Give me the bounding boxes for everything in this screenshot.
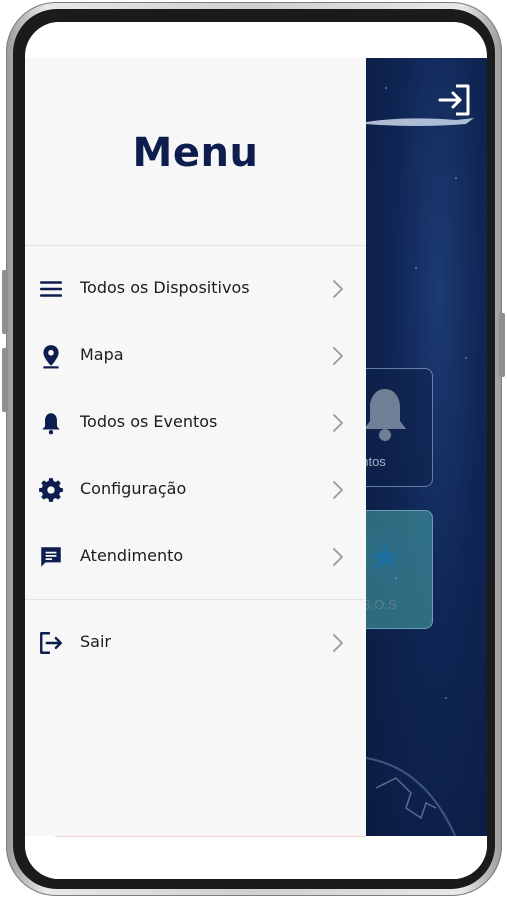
chat-icon — [37, 543, 65, 571]
chevron-right-icon — [333, 634, 343, 652]
header-divider — [25, 245, 366, 246]
events-card[interactable]: entos — [366, 368, 433, 487]
globe-graphic — [366, 757, 457, 836]
navigation-drawer: Menu Todos os Dispositivos Mapa Todos os… — [25, 58, 366, 836]
logout-divider — [25, 599, 366, 600]
menu-item-todos-os-dispositivos[interactable]: Todos os Dispositivos — [25, 264, 366, 314]
menu-item-sair[interactable]: Sair — [25, 618, 366, 668]
menu-item-configuracao[interactable]: Configuração — [25, 465, 366, 515]
chevron-right-icon — [333, 414, 343, 432]
logout-icon — [37, 629, 65, 657]
volume-up-button — [2, 270, 8, 334]
menu-title: Menu — [132, 130, 259, 176]
list-icon — [37, 275, 65, 303]
login-icon[interactable] — [436, 80, 476, 120]
menu-item-mapa[interactable]: Mapa — [25, 331, 366, 381]
location-pin-icon — [37, 342, 65, 370]
shield-star-icon — [366, 529, 406, 583]
menu-item-label: Configuração — [80, 479, 187, 498]
bell-icon — [37, 409, 65, 437]
power-button — [499, 313, 505, 377]
menu-item-atendimento[interactable]: Atendimento — [25, 532, 366, 582]
menu-item-label: Sair — [80, 632, 111, 651]
chevron-right-icon — [333, 347, 343, 365]
events-card-label: entos — [366, 454, 386, 469]
chevron-right-icon — [333, 481, 343, 499]
background-app: entos S.O.S — [366, 58, 487, 836]
phone-screen: entos S.O.S Menu Todos os Dispositivos — [25, 22, 487, 879]
chevron-right-icon — [333, 548, 343, 566]
volume-down-button — [2, 348, 8, 412]
menu-item-label: Todos os Eventos — [80, 412, 218, 431]
bottom-divider — [55, 836, 366, 837]
bell-icon — [366, 389, 406, 441]
menu-item-todos-os-eventos[interactable]: Todos os Eventos — [25, 398, 366, 448]
chevron-right-icon — [333, 280, 343, 298]
menu-item-label: Todos os Dispositivos — [80, 278, 250, 297]
menu-item-label: Mapa — [80, 345, 124, 364]
sos-card[interactable]: S.O.S — [366, 510, 433, 629]
bottom-bar — [25, 836, 487, 879]
sos-card-label: S.O.S — [366, 597, 397, 612]
menu-item-label: Atendimento — [80, 546, 184, 565]
gear-icon — [37, 476, 65, 504]
